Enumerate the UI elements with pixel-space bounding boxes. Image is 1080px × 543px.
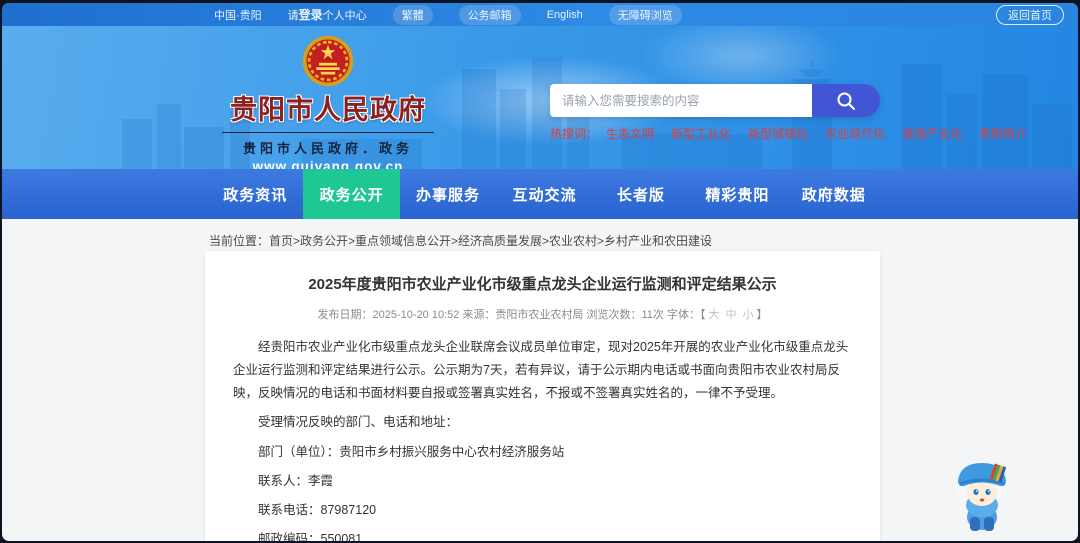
search-button[interactable] [812, 84, 880, 117]
search-box [550, 84, 880, 117]
site-title: 贵阳市人民政府 [230, 95, 426, 125]
article-paragraph: 受理情况反映的部门、电话和地址： [258, 415, 459, 430]
nav-item-zhengwu-gongkai[interactable]: 政务公开 [303, 169, 400, 219]
topbar-english-link[interactable]: English [547, 9, 583, 21]
hot-link[interactable]: 生态文明 [606, 125, 654, 142]
site-header: 贵阳市人民政府 贵阳市人民政府．政务 www.guiyang.gov.cn 热搜… [2, 26, 1078, 169]
main-nav-inner: 政务资讯 政务公开 办事服务 互动交流 长者版 精彩贵阳 政府数据 [207, 169, 882, 219]
contact-line-phone: 联系电话：87987120 [258, 502, 377, 517]
search-icon [837, 92, 855, 110]
topbar-mail-link[interactable]: 公务邮箱 [458, 4, 521, 25]
nav-item-zhangzheban[interactable]: 长者版 [593, 169, 689, 219]
nav-item-jingcai-guiyang[interactable]: 精彩贵阳 [689, 169, 785, 219]
article-card: 2025年度贵阳市农业产业化市级重点龙头企业运行监测和评定结果公示 发布日期：2… [205, 251, 880, 541]
meta-bracket: 】 [756, 309, 768, 321]
topbar-traditional-link[interactable]: 繁體 [392, 4, 433, 25]
topbar-region-link[interactable]: 中国·贵阳 [214, 7, 262, 23]
mascot-assistant[interactable] [946, 455, 1018, 535]
nav-item-hudong-jiaoliu[interactable]: 互动交流 [496, 169, 592, 219]
site-subtitle: 贵阳市人民政府．政务 [222, 132, 434, 157]
login-suffix: 个人中心 [322, 10, 367, 22]
login-prefix: 请 [287, 10, 299, 22]
nav-item-banshi-fuwu[interactable]: 办事服务 [400, 169, 496, 219]
hot-search-label: 热搜词： [550, 127, 599, 141]
article-title: 2025年度贵阳市农业产业化市级重点龙头企业运行监测和评定结果公示 [308, 276, 777, 293]
article-body: 经贵阳市农业产业化市级重点龙头企业联席会议成员单位审定，现对2025年开展的农业… [233, 336, 852, 541]
top-utility-bar: 中国·贵阳 请登录个人中心 繁體 公务邮箱 English 无障碍浏览 返回首页 [2, 3, 1078, 26]
nav-item-zhengfu-shuju[interactable]: 政府数据 [786, 169, 882, 219]
topbar-accessibility-link[interactable]: 无障碍浏览 [608, 4, 682, 25]
article-meta: 发布日期：2025-10-20 10:52 来源：贵阳市农业农村局 浏览次数：1… [233, 306, 852, 330]
login-bold: 登录 [298, 8, 323, 22]
hot-link[interactable]: 贵阳简介 [979, 125, 1027, 142]
main-nav-bar: 政务资讯 政务公开 办事服务 互动交流 长者版 精彩贵阳 政府数据 [2, 169, 1078, 219]
font-size-medium-button[interactable]: 中 [725, 309, 736, 321]
back-home-button[interactable]: 返回首页 [996, 4, 1064, 25]
contact-line-postcode: 邮政编码：550081 [258, 531, 363, 541]
search-input[interactable] [550, 84, 812, 117]
breadcrumb-label: 当前位置： [209, 234, 270, 248]
meta-main: 发布日期：2025-10-20 10:52 来源：贵阳市农业农村局 浏览次数：1… [317, 309, 700, 321]
hot-link[interactable]: 农业现代化 [825, 125, 885, 142]
site-logo-block[interactable]: 贵阳市人民政府 贵阳市人民政府．政务 www.guiyang.gov.cn [208, 34, 448, 169]
font-size-large-button[interactable]: 大 [708, 309, 719, 321]
nav-item-zhengwu-zixun[interactable]: 政务资讯 [207, 169, 303, 219]
cityscape-silhouette [122, 57, 1072, 169]
meta-bracket: 【 [699, 309, 706, 321]
font-size-small-button[interactable]: 小 [742, 309, 753, 321]
contact-line-department: 部门（单位）：贵阳市乡村振兴服务中心农村经济服务站 [258, 444, 565, 459]
contact-line-person: 联系人：李霞 [258, 473, 334, 488]
topbar-login-link[interactable]: 请登录个人中心 [288, 6, 367, 23]
search-area: 热搜词： 生态文明 新型工业化 新型城镇化 农业现代化 旅游产业化 贵阳简介 [550, 84, 1027, 142]
hot-link[interactable]: 新型工业化 [671, 125, 731, 142]
hot-link[interactable]: 旅游产业化 [902, 125, 962, 142]
national-emblem-icon [302, 35, 354, 87]
site-url: www.guiyang.gov.cn [252, 159, 404, 169]
breadcrumb: 当前位置：首页>政务公开>重点领域信息公开>经济高质量发展>农业农村>乡村产业和… [2, 219, 1078, 249]
hot-search-row: 热搜词： 生态文明 新型工业化 新型城镇化 农业现代化 旅游产业化 贵阳简介 [550, 125, 1027, 142]
article-paragraph: 经贵阳市农业产业化市级重点龙头企业联席会议成员单位审定，现对2025年开展的农业… [233, 340, 849, 401]
breadcrumb-path[interactable]: 首页>政务公开>重点领域信息公开>经济高质量发展>农业农村>乡村产业和农田建设 [269, 234, 712, 248]
hot-link[interactable]: 新型城镇化 [748, 125, 808, 142]
government-portal-page: 中国·贵阳 请登录个人中心 繁體 公务邮箱 English 无障碍浏览 返回首页 [2, 3, 1078, 541]
